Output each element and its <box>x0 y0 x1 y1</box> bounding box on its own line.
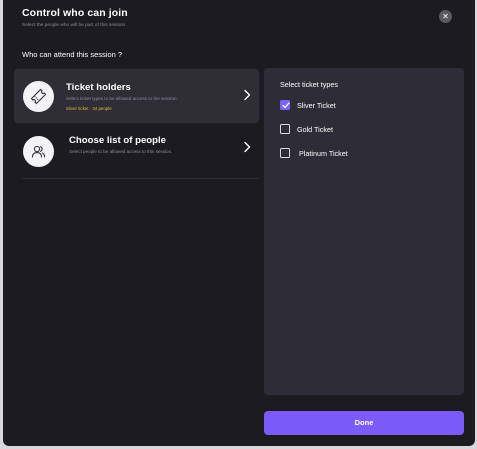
checkbox-checked[interactable] <box>280 100 290 110</box>
divider <box>22 178 259 179</box>
chevron-right-icon <box>244 141 251 153</box>
option-description: Select people to be allowed access to th… <box>69 149 173 154</box>
modal-subtitle: Select the people who will be part of th… <box>22 23 127 28</box>
done-button[interactable]: Done <box>264 411 464 435</box>
checkbox-unchecked[interactable] <box>280 124 290 134</box>
option-ticket-holders[interactable]: Ticket holders Select ticket types to be… <box>14 69 259 123</box>
ticket-label: Gold Ticket <box>297 124 333 134</box>
option-title: Choose list of people <box>69 135 167 146</box>
people-icon <box>23 136 54 167</box>
checkbox-unchecked[interactable] <box>280 148 290 158</box>
ticket-types-panel: Select ticket types Sliver Ticket Gold T… <box>264 68 464 395</box>
option-description: Select ticket types to be allowed access… <box>66 96 177 101</box>
ticket-label: Platinum Ticket <box>299 148 348 158</box>
close-button[interactable]: ✕ <box>439 10 452 23</box>
option-title: Ticket holders <box>66 82 131 93</box>
close-icon: ✕ <box>442 12 449 21</box>
ticket-icon <box>23 81 54 112</box>
join-control-modal: Control who can join Select the people w… <box>3 0 475 446</box>
option-choose-people[interactable]: Choose list of people Select people to b… <box>14 124 259 178</box>
ticket-count-tag: Sliver ticket · 34 people <box>66 106 112 111</box>
chevron-right-icon <box>244 89 251 101</box>
panel-title: Select ticket types <box>280 80 338 89</box>
ticket-label: Sliver Ticket <box>297 100 336 110</box>
check-icon <box>281 102 290 109</box>
modal-title: Control who can join <box>22 7 128 19</box>
attendance-label: Who can attend this session ? <box>22 50 123 59</box>
